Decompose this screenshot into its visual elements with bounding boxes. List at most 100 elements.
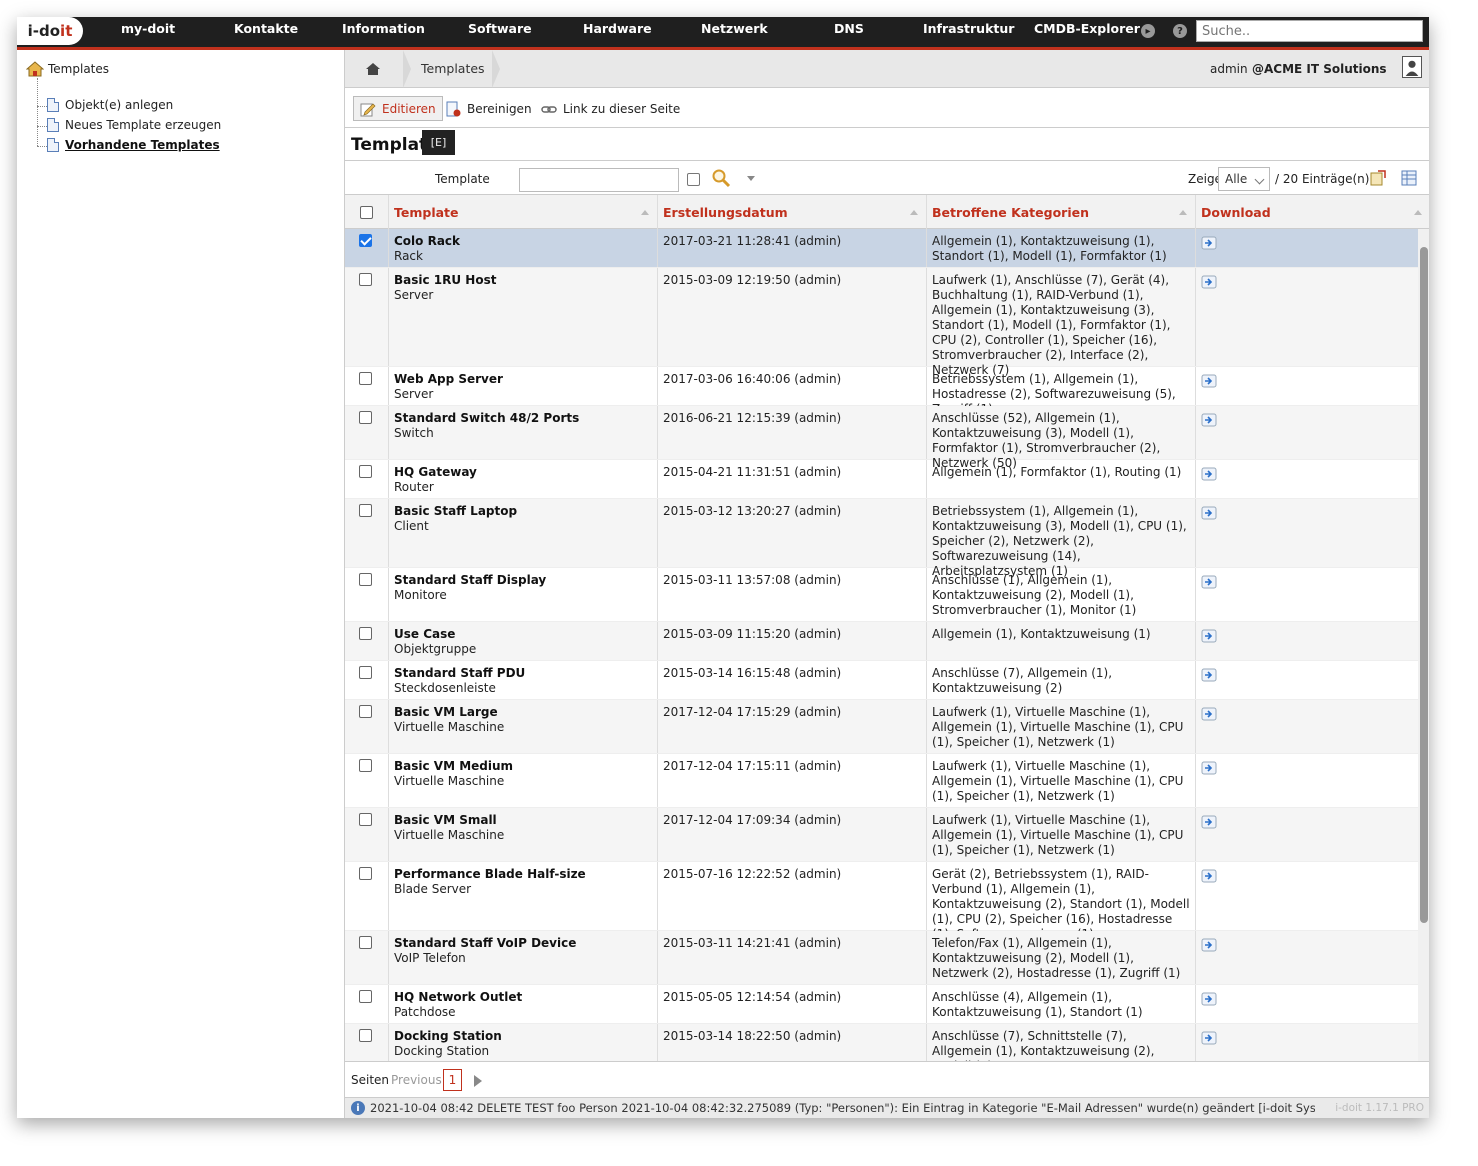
edit-button[interactable]: Editieren: [353, 96, 443, 121]
template-name[interactable]: Basic VM Medium: [394, 759, 652, 774]
download-icon[interactable]: [1201, 236, 1217, 250]
home-icon[interactable]: [365, 61, 381, 77]
tenant-name[interactable]: @ACME IT Solutions: [1252, 62, 1387, 76]
sort-icon[interactable]: [641, 210, 649, 215]
table-row[interactable]: Standard Staff PDU Steckdosenleiste 2015-0…: [345, 661, 1418, 700]
template-cell[interactable]: Use Case Objektgruppe: [389, 622, 658, 660]
tree-item-create-object[interactable]: Objekt(e) anlegen: [47, 98, 173, 112]
template-cell[interactable]: Standard Switch 48/2 Ports Switch: [389, 406, 658, 459]
column-header-template[interactable]: Template: [389, 195, 658, 229]
download-icon[interactable]: [1201, 413, 1217, 427]
template-cell[interactable]: Colo Rack Rack: [389, 229, 658, 267]
export-icon[interactable]: [1370, 170, 1386, 186]
template-name[interactable]: Basic Staff Laptop: [394, 504, 652, 519]
template-cell[interactable]: Basic 1RU Host Server: [389, 268, 658, 366]
logo[interactable]: i-do it: [17, 17, 83, 45]
user-avatar-icon[interactable]: [1402, 56, 1422, 78]
template-cell[interactable]: Basic VM Large Virtuelle Maschine: [389, 700, 658, 753]
template-name[interactable]: Docking Station: [394, 1029, 652, 1044]
download-icon[interactable]: [1201, 374, 1217, 388]
download-icon[interactable]: [1201, 1031, 1217, 1045]
sort-icon[interactable]: [910, 210, 918, 215]
row-checkbox[interactable]: [359, 465, 372, 478]
row-checkbox[interactable]: [359, 936, 372, 949]
template-cell[interactable]: Basic VM Small Virtuelle Maschine: [389, 808, 658, 861]
table-row[interactable]: Basic Staff Laptop Client 2015-03-12 13:20…: [345, 499, 1418, 578]
template-cell[interactable]: HQ Gateway Router: [389, 460, 658, 498]
row-checkbox[interactable]: [359, 1029, 372, 1042]
row-checkbox[interactable]: [359, 627, 372, 640]
template-name[interactable]: Web App Server: [394, 372, 652, 387]
previous-page-button[interactable]: Previous: [391, 1073, 442, 1087]
row-checkbox[interactable]: [359, 666, 372, 679]
status-message[interactable]: 2021-10-04 08:42 DELETE TEST foo Person …: [370, 1101, 1315, 1115]
table-row[interactable]: Basic 1RU Host Server 2015-03-09 12:19:50 …: [345, 268, 1418, 377]
scrollbar-thumb[interactable]: [1420, 247, 1428, 923]
table-row[interactable]: Basic VM Small Virtuelle Maschine 2017-12-…: [345, 808, 1418, 862]
table-row[interactable]: Use Case Objektgruppe 2015-03-09 11:15:20 …: [345, 622, 1418, 661]
table-row[interactable]: Web App Server Server 2017-03-06 16:40:06 …: [345, 367, 1418, 416]
sort-icon[interactable]: [1179, 210, 1187, 215]
filter-checkbox[interactable]: [687, 173, 700, 186]
template-name[interactable]: Basic VM Large: [394, 705, 652, 720]
nav-infrastruktur[interactable]: Infrastruktur: [923, 21, 1014, 36]
row-checkbox[interactable]: [359, 813, 372, 826]
row-checkbox[interactable]: [359, 273, 372, 286]
page-number-button[interactable]: 1: [443, 1069, 462, 1091]
template-cell[interactable]: HQ Network Outlet Patchdose: [389, 985, 658, 1023]
download-icon[interactable]: [1201, 275, 1217, 289]
table-row[interactable]: Basic VM Medium Virtuelle Maschine 2017-12…: [345, 754, 1418, 808]
template-cell[interactable]: Basic VM Medium Virtuelle Maschine: [389, 754, 658, 807]
play-icon[interactable]: ▸: [1141, 24, 1155, 38]
template-filter-input[interactable]: [519, 168, 679, 192]
nav-dns[interactable]: DNS: [834, 21, 864, 36]
table-row[interactable]: Standard Staff Display Monitore 2015-03-11…: [345, 568, 1418, 622]
filter-dropdown-icon[interactable]: [747, 176, 755, 181]
table-row[interactable]: Standard Switch 48/2 Ports Switch 2016-06-…: [345, 406, 1418, 470]
next-page-icon[interactable]: [474, 1075, 482, 1087]
download-icon[interactable]: [1201, 938, 1217, 952]
search-input[interactable]: [1196, 20, 1423, 42]
nav-information[interactable]: Information: [342, 21, 425, 36]
nav-kontakte[interactable]: Kontakte: [234, 21, 298, 36]
help-icon[interactable]: ?: [1173, 24, 1187, 38]
table-row[interactable]: Basic VM Large Virtuelle Maschine 2017-12-…: [345, 700, 1418, 754]
nav-netzwerk[interactable]: Netzwerk: [701, 21, 768, 36]
template-name[interactable]: Performance Blade Half-size: [394, 867, 652, 882]
table-columns-icon[interactable]: [1401, 170, 1417, 186]
download-icon[interactable]: [1201, 869, 1217, 883]
template-name[interactable]: Standard Switch 48/2 Ports: [394, 411, 652, 426]
row-checkbox[interactable]: [359, 372, 372, 385]
row-checkbox[interactable]: [359, 705, 372, 718]
row-checkbox[interactable]: [359, 411, 372, 424]
row-checkbox[interactable]: [359, 573, 372, 586]
template-name[interactable]: Colo Rack: [394, 234, 652, 249]
table-row[interactable]: Standard Staff VoIP Device VoIP Telefon 20…: [345, 931, 1418, 985]
table-row[interactable]: Colo Rack Rack 2017-03-21 11:28:41 (admin)…: [345, 229, 1418, 268]
download-icon[interactable]: [1201, 707, 1217, 721]
table-row[interactable]: HQ Gateway Router 2015-04-21 11:31:51 (adm…: [345, 460, 1418, 499]
template-name[interactable]: Standard Staff VoIP Device: [394, 936, 652, 951]
template-name[interactable]: HQ Network Outlet: [394, 990, 652, 1005]
link-to-page-button[interactable]: Link zu dieser Seite: [535, 96, 686, 121]
select-all-checkbox[interactable]: [360, 205, 373, 219]
template-cell[interactable]: Standard Staff PDU Steckdosenleiste: [389, 661, 658, 699]
table-row[interactable]: Docking Station Docking Station 2015-03-14…: [345, 1024, 1418, 1061]
download-icon[interactable]: [1201, 629, 1217, 643]
tree-item-new-template[interactable]: Neues Template erzeugen: [47, 118, 221, 132]
template-cell[interactable]: Docking Station Docking Station: [389, 1024, 658, 1061]
table-row[interactable]: Performance Blade Half-size Blade Server 2…: [345, 862, 1418, 941]
tree-root-templates[interactable]: Templates: [26, 61, 109, 77]
template-name[interactable]: Standard Staff Display: [394, 573, 652, 588]
template-cell[interactable]: Standard Staff VoIP Device VoIP Telefon: [389, 931, 658, 984]
template-name[interactable]: Basic VM Small: [394, 813, 652, 828]
template-cell[interactable]: Performance Blade Half-size Blade Server: [389, 862, 658, 930]
column-header-categories[interactable]: Betroffene Kategorien: [927, 195, 1196, 229]
download-icon[interactable]: [1201, 467, 1217, 481]
template-name[interactable]: HQ Gateway: [394, 465, 652, 480]
row-checkbox[interactable]: [359, 234, 372, 247]
row-checkbox[interactable]: [359, 867, 372, 880]
page-size-select[interactable]: Alle: [1218, 167, 1270, 191]
template-name[interactable]: Use Case: [394, 627, 652, 642]
tree-item-existing-templates[interactable]: Vorhandene Templates: [47, 138, 220, 152]
